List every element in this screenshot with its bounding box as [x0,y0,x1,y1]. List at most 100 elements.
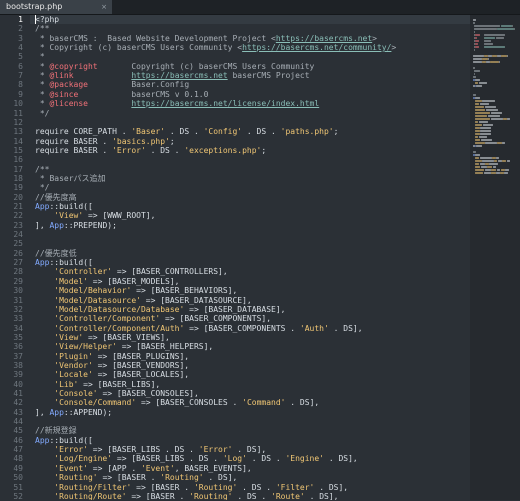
minimap-line [475,112,491,114]
minimap-line [473,73,475,75]
minimap-line [473,22,475,24]
minimap-line [491,157,496,159]
minimap-line [476,145,482,147]
line-number: 48 [13,454,23,464]
code-line: 'View' => [WWW_ROOT], [35,211,155,220]
code-token: @license [49,99,88,109]
line-number: 32 [13,304,23,314]
minimap-line [475,130,480,132]
minimap-line [475,100,482,102]
minimap-line [475,166,481,168]
close-icon[interactable]: × [101,0,107,14]
code-token: 'Routing' [160,473,204,483]
minimap[interactable] [470,15,520,500]
code-token: 'Route' [271,491,305,500]
code-token: */ [35,108,50,118]
code-token: //新規登録 [35,426,77,436]
minimap-line [496,157,500,159]
minimap-line [488,58,489,60]
line-number: 3 [18,33,23,43]
line-number: 44 [13,417,23,427]
code-token: => [BASER . [131,482,194,492]
minimap-line [484,37,495,39]
code-line: * @copyright Copyright (c) baserCMS User… [35,61,315,71]
code-token: * [35,99,50,109]
code-line: 'Plugin' => [BASER_PLUGINS], [35,352,189,361]
minimap-line [475,106,484,108]
code-token: @link [49,71,74,81]
code-line: */ [35,108,50,118]
minimap-line [513,28,515,30]
line-number: 36 [13,342,23,352]
code-token: 'Auth' [299,323,329,333]
code-line: 'Routing' => [BASER . 'Routing' . DS], [35,473,237,482]
minimap-line [473,58,482,60]
minimap-line [481,61,486,63]
minimap-line [484,43,493,45]
code-line: 'Controller/Component/Auth' => [BASER_CO… [35,323,362,333]
code-token: <?php [35,15,60,24]
minimap-line [479,121,489,123]
code-token: 'View/Helper' [54,342,117,352]
line-number: 25 [13,239,23,249]
code-line: 'Model/Datasource' => [BASER_DATASOURCE]… [35,296,251,305]
code-token: 'Console/Command' [54,398,137,408]
code-token: 'Log/Engine' [54,454,113,464]
line-number: 39 [13,370,23,380]
line-number: 43 [13,407,23,417]
code-token: https://basercms.net/license/index.html [131,99,320,109]
code-token: => [BASER_CONSOLES . [136,398,243,408]
code-token: 'Engine' [285,454,324,464]
line-number: 33 [13,314,23,324]
tab-title: bootstrap.php [6,2,63,11]
code-token: App [35,435,50,445]
code-token: 'Error' [198,445,233,455]
code-token: * Copyright (c) baserCMS Users Community… [35,43,243,53]
code-token: . DS . [232,491,272,500]
tab-bootstrap-php[interactable]: bootstrap.php × [0,0,112,14]
minimap-line [475,109,486,111]
code-token: . DS], [285,398,320,408]
code-token: * [35,52,45,62]
line-number: 34 [13,323,23,333]
code-line: App::build([ [35,436,93,445]
code-token: 'Controller/Component' [54,314,161,324]
code-token: 'basics.php' [112,136,170,146]
minimap-line [484,169,492,171]
line-number: 41 [13,389,23,398]
code-token: 'Routing' [189,491,233,500]
code-token: => [BASER . [97,473,161,483]
code-line: //優先度高 [35,193,77,202]
code-line: //新規登録 [35,426,77,435]
code-token: => [BASER_CONTROLLERS], [112,267,228,277]
code-token: baserCMS Project [227,71,310,81]
code-token: 'Config' [203,127,243,137]
minimap-line [507,55,508,57]
minimap-line [496,142,502,144]
code-token: . DS . [165,127,204,137]
minimap-line [475,118,491,120]
code-editor[interactable]: <?php/** * baserCMS : Based Website Deve… [30,15,470,500]
code-token: ::build([ [49,202,93,211]
code-line: * [35,52,45,61]
code-token: @copyright [49,61,98,71]
code-token: 'View' [54,332,84,342]
minimap-line [479,103,490,105]
code-token: * [35,61,50,71]
code-token: * [35,89,50,99]
code-token: ::APPEND); [63,407,113,417]
minimap-line [475,133,480,135]
code-token: @package [49,80,88,90]
minimap-line [473,76,477,78]
minimap-line [475,157,480,159]
code-token: 'Routing' [193,482,238,492]
